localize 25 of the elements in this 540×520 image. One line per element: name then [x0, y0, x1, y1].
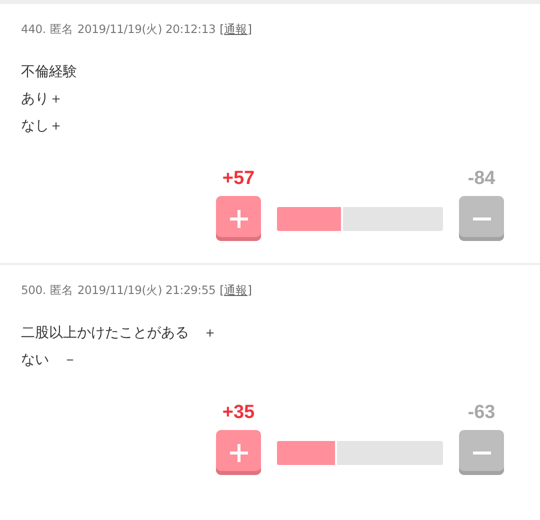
report-link[interactable]: [通報] [220, 283, 252, 298]
post-number: 500. [21, 283, 46, 298]
minus-icon [472, 216, 492, 220]
post-datetime: 2019/11/19(火) 20:12:13 [77, 22, 216, 37]
minus-count: -84 [468, 168, 496, 190]
report-link[interactable]: [通報] [220, 22, 252, 37]
minus-icon [472, 450, 492, 454]
plus-icon [228, 442, 248, 462]
plus-icon [228, 208, 248, 228]
plus-vote-button[interactable] [216, 430, 261, 475]
minus-count: -63 [468, 402, 496, 424]
author-name: 匿名 [50, 283, 74, 298]
minus-vote-button[interactable] [459, 430, 504, 475]
author-name: 匿名 [50, 22, 74, 37]
plus-vote-button[interactable] [216, 196, 261, 241]
comment-line: ない － [21, 351, 78, 370]
comment-line: なし＋ [21, 117, 64, 136]
plus-count: +57 [222, 168, 255, 190]
comment-line: 二股以上かけたことがある ＋ [21, 324, 218, 343]
post-datetime: 2019/11/19(火) 21:29:55 [77, 283, 216, 298]
comment-line: 不倫経験 [21, 63, 78, 82]
minus-vote-button[interactable] [459, 196, 504, 241]
post-number: 440. [21, 22, 46, 37]
comment-line: あり＋ [21, 90, 64, 109]
plus-count: +35 [222, 402, 255, 424]
